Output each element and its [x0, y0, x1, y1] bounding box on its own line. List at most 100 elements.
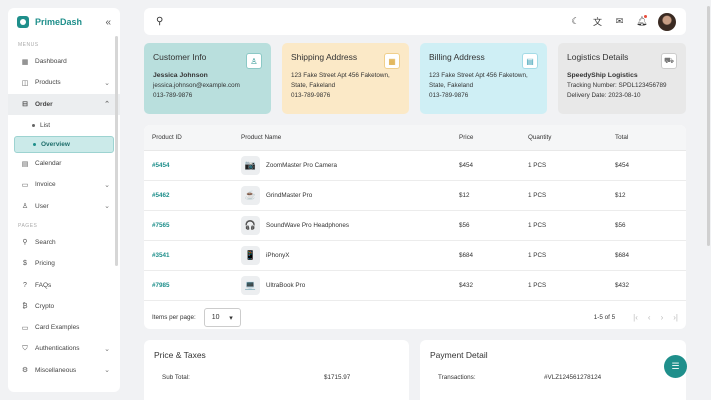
bell-icon[interactable]: 🔔︎	[636, 15, 647, 27]
sidebar-item-authentications[interactable]: ⛉ Authentications ⌄	[8, 338, 120, 359]
sidebar-item-label: Calendar	[35, 160, 62, 168]
table-header: Product ID Product Name Price Quantity T…	[144, 125, 686, 151]
sidebar-item-search[interactable]: ⚲ Search	[8, 232, 120, 253]
sidebar-item-order[interactable]: ⊟ Order ⌃	[8, 93, 120, 115]
sidebar-item-crypto[interactable]: ₿ Crypto	[8, 296, 120, 317]
next-page-icon[interactable]: ›	[661, 313, 664, 322]
price-taxes-card: Price & Taxes Sub Total: $1715.97	[144, 340, 409, 400]
items-per-page-select[interactable]: 10 ▾	[203, 308, 241, 327]
product-id-link[interactable]: #7985	[152, 282, 170, 289]
payment-detail-card: Payment Detail Transactions: #VLZ1245612…	[420, 340, 686, 400]
col-header-price: Price	[459, 134, 474, 141]
sidebar-item-products[interactable]: ◫ Products ⌄	[8, 72, 120, 93]
search-icon[interactable]: ⚲	[156, 16, 570, 27]
translate-icon[interactable]: 文	[592, 15, 603, 28]
product-id-link[interactable]: #5462	[152, 192, 170, 199]
user-icon: ♙	[246, 53, 262, 69]
sidebar-item-dashboard[interactable]: ▦ Dashboard	[8, 51, 120, 72]
sliders-icon: ☰	[671, 361, 680, 371]
card-title: Price & Taxes	[154, 350, 206, 360]
product-name: GrindMaster Pro	[266, 192, 313, 199]
product-thumbnail: 📷	[241, 156, 260, 175]
table-row: #7565 🎧 SoundWave Pro Headphones $56 1 PCS $5…	[144, 211, 686, 241]
product-total: $432	[615, 282, 630, 289]
sidebar-subitem-overview[interactable]: Overview	[14, 135, 114, 153]
sidebar-item-label: Pricing	[35, 260, 55, 268]
sidebar-item-label: Dashboard	[35, 58, 67, 66]
product-price: $684	[459, 252, 474, 259]
sidebar-item-label: Products	[35, 79, 61, 87]
product-thumbnail: 💻	[241, 276, 260, 295]
sidebar-item-miscellaneous[interactable]: ⚙ Miscellaneous ⌄	[8, 360, 120, 381]
brand-logo-icon	[17, 16, 29, 28]
logistics-details-card: Logistics Details ⛟ SpeedyShip Logistics…	[558, 43, 686, 114]
delivery-date: Delivery Date: 2023-08-10	[567, 92, 641, 99]
box-icon: ◫	[21, 79, 29, 87]
cart-icon: ⊟	[22, 101, 28, 109]
sidebar-item-label: Miscellaneous	[35, 366, 77, 374]
moon-icon[interactable]: ☾	[570, 16, 581, 27]
invoice-icon: ▭	[21, 181, 29, 189]
sidebar-item-label: User	[35, 202, 49, 210]
col-header-quantity: Quantity	[528, 134, 552, 141]
mail-icon[interactable]: ✉	[614, 16, 625, 27]
sidebar-subitem-list[interactable]: List	[8, 115, 120, 136]
chevron-icon: ⌄	[104, 203, 110, 211]
sidebar-item-user[interactable]: ♙ User ⌄	[8, 195, 120, 216]
customer-phone: 013-789-9876	[153, 92, 193, 99]
table-row: #3541 📱 iPhonyX $684 1 PCS $684	[144, 241, 686, 271]
product-price: $432	[459, 282, 474, 289]
caret-down-icon: ▾	[229, 314, 233, 322]
sidebar: PrimeDash « MENUS ▦ Dashboard ◫ Products ⌄ ⊟ O…	[8, 8, 120, 392]
avatar[interactable]	[658, 12, 676, 31]
product-quantity: 1 PCS	[528, 192, 547, 199]
product-id-link[interactable]: #7565	[152, 222, 170, 229]
sidebar-item-invoice[interactable]: ▭ Invoice ⌄	[8, 174, 120, 195]
truck-icon: ⛟	[661, 53, 677, 69]
product-thumbnail: 🎧	[241, 216, 260, 235]
shipping-line2: State, Fakeland	[291, 82, 336, 89]
subtotal-row: Sub Total: $1715.97	[154, 374, 399, 381]
header-actions: ☾ 文 ✉ 🔔︎	[570, 12, 676, 31]
brand: PrimeDash «	[8, 8, 120, 36]
customizer-toggle-button[interactable]: ☰	[664, 355, 687, 378]
section-label-menus: MENUS	[18, 42, 39, 48]
last-page-icon[interactable]: ›|	[673, 313, 678, 322]
sidebar-item-faqs[interactable]: ? FAQs	[8, 274, 120, 295]
sidebar-item-label: FAQs	[35, 281, 52, 289]
sidebar-item-calendar[interactable]: ▤ Calendar	[8, 153, 120, 174]
product-id-link[interactable]: #3541	[152, 252, 170, 259]
customer-info-card: Customer Info ♙ Jessica Johnson jessica.…	[144, 43, 271, 114]
bitcoin-icon: ₿	[22, 302, 28, 310]
sidebar-scrollbar[interactable]	[115, 36, 118, 266]
collapse-sidebar-icon[interactable]: «	[105, 17, 111, 28]
shield-icon: ⛉	[22, 344, 28, 352]
file-icon: ▤	[522, 53, 538, 69]
transactions-row: Transactions: #VLZ124561278124	[430, 374, 676, 381]
customer-name: Jessica Johnson	[153, 72, 208, 79]
card-icon: ▭	[21, 324, 29, 332]
brand-name: PrimeDash	[35, 17, 83, 27]
billing-line2: State, Fakeland	[429, 82, 474, 89]
product-id-link[interactable]: #5454	[152, 162, 170, 169]
transactions-value: #VLZ124561278124	[544, 374, 602, 381]
sidebar-item-card-examples[interactable]: ▭ Card Examples	[8, 317, 120, 338]
page-range: 1-5 of 5	[593, 314, 616, 321]
bullet-icon	[33, 142, 36, 146]
pagination: 1-5 of 5 |‹ ‹ › ›|	[594, 313, 678, 322]
shipping-address-card: Shipping Address ▦ 123 Fake Street Apt 4…	[282, 43, 409, 114]
bullet-icon	[32, 123, 35, 127]
chevron-icon: ⌄	[104, 79, 110, 87]
page-scrollbar[interactable]	[707, 6, 710, 246]
billing-address-card: Billing Address ▤ 123 Fake Street Apt 45…	[420, 43, 547, 114]
first-page-icon[interactable]: |‹	[633, 313, 638, 322]
subtotal-label: Sub Total:	[162, 374, 190, 381]
user-icon: ♙	[21, 203, 29, 211]
billing-phone: 013-789-9876	[429, 92, 469, 99]
sidebar-item-label: Order	[35, 100, 53, 108]
search-icon: ⚲	[22, 239, 28, 247]
prev-page-icon[interactable]: ‹	[648, 313, 651, 322]
product-total: $56	[615, 222, 626, 229]
sidebar-item-pricing[interactable]: $ Pricing	[8, 253, 120, 274]
settings-icon: ⚙	[21, 367, 29, 375]
